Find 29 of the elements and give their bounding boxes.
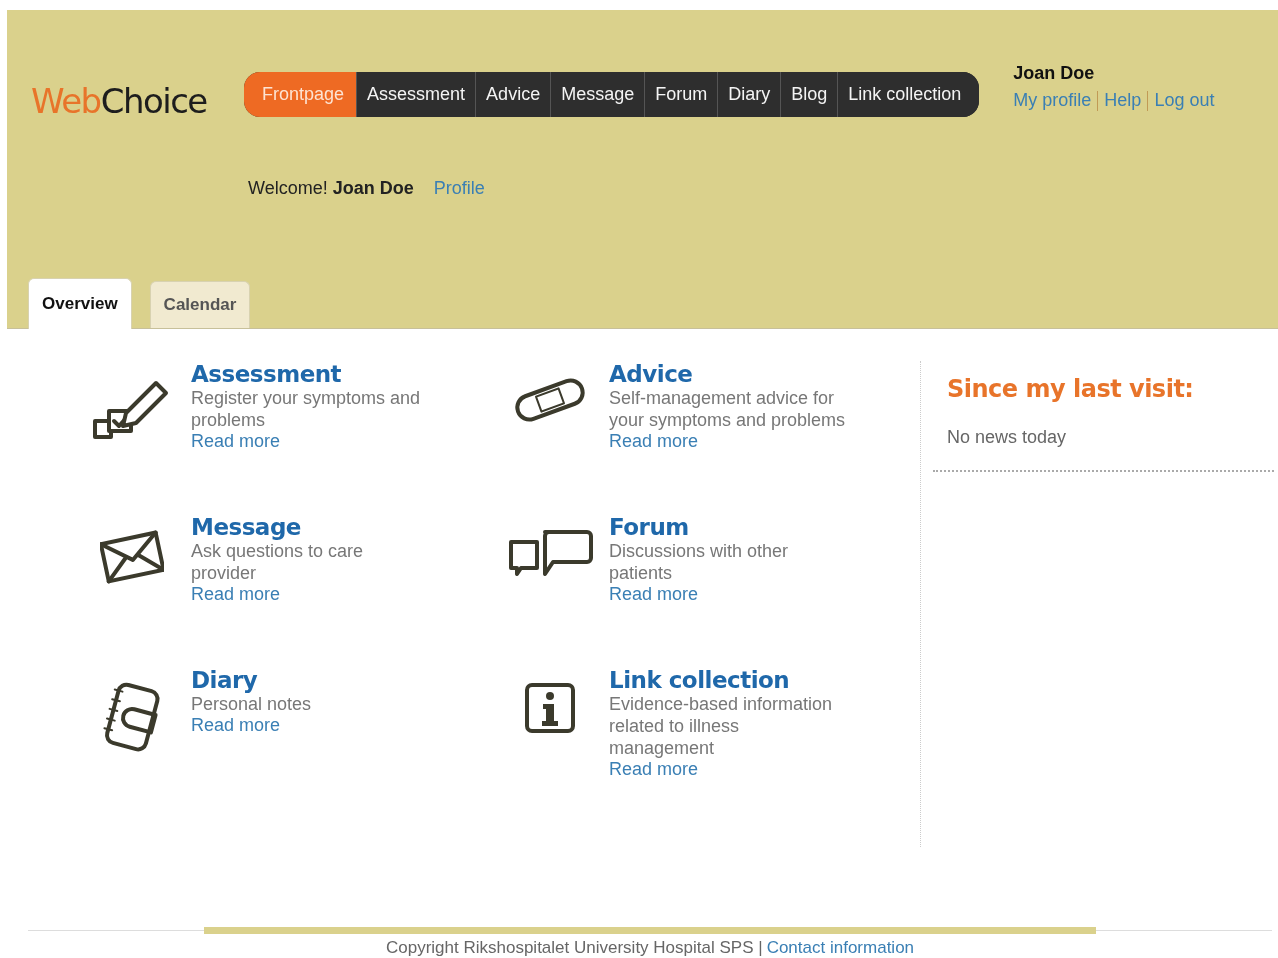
- feature-title[interactable]: Advice: [609, 361, 849, 387]
- read-more-link[interactable]: Read more: [191, 715, 431, 736]
- news-title: Since my last visit:: [947, 375, 1195, 403]
- tab[interactable]: Overview: [28, 278, 132, 329]
- feature-description: Discussions with other patients: [609, 540, 790, 584]
- read-more-link[interactable]: Read more: [609, 431, 849, 452]
- feature-title[interactable]: Link collection: [609, 667, 849, 693]
- news-text: No news today: [947, 427, 1068, 448]
- feature-description: Ask questions to care provider: [191, 540, 365, 584]
- feature-description: Self-management advice for your symptoms and problems: [609, 387, 847, 431]
- info-icon: [522, 681, 577, 735]
- read-more-link[interactable]: Read more: [609, 759, 849, 780]
- feature-title[interactable]: Assessment: [191, 361, 431, 387]
- user-name: Joan Doe: [1013, 63, 1096, 84]
- read-more-link[interactable]: Read more: [191, 431, 431, 452]
- welcome-text: Welcome! Joan Doe: [248, 178, 414, 199]
- nav-tab[interactable]: Link collection: [837, 72, 980, 117]
- logo[interactable]: WebChoice: [31, 81, 244, 121]
- read-more-link[interactable]: Read more: [609, 584, 849, 605]
- feature-description: Personal notes: [191, 693, 313, 715]
- feature-description: Evidence-based information related to illness management: [609, 693, 834, 759]
- feature-title[interactable]: Message: [191, 514, 431, 540]
- tab[interactable]: Calendar: [149, 281, 251, 328]
- read-more-link[interactable]: Read more: [191, 584, 431, 605]
- copyright-text: Copyright Rikshospitalet University Hospital SPS |: [385, 938, 763, 958]
- feature-title[interactable]: Forum: [609, 514, 849, 540]
- feature-title[interactable]: Diary: [191, 667, 431, 693]
- contact-link[interactable]: Contact information: [766, 938, 915, 958]
- feature-description: Register your symptoms and problems: [191, 387, 422, 431]
